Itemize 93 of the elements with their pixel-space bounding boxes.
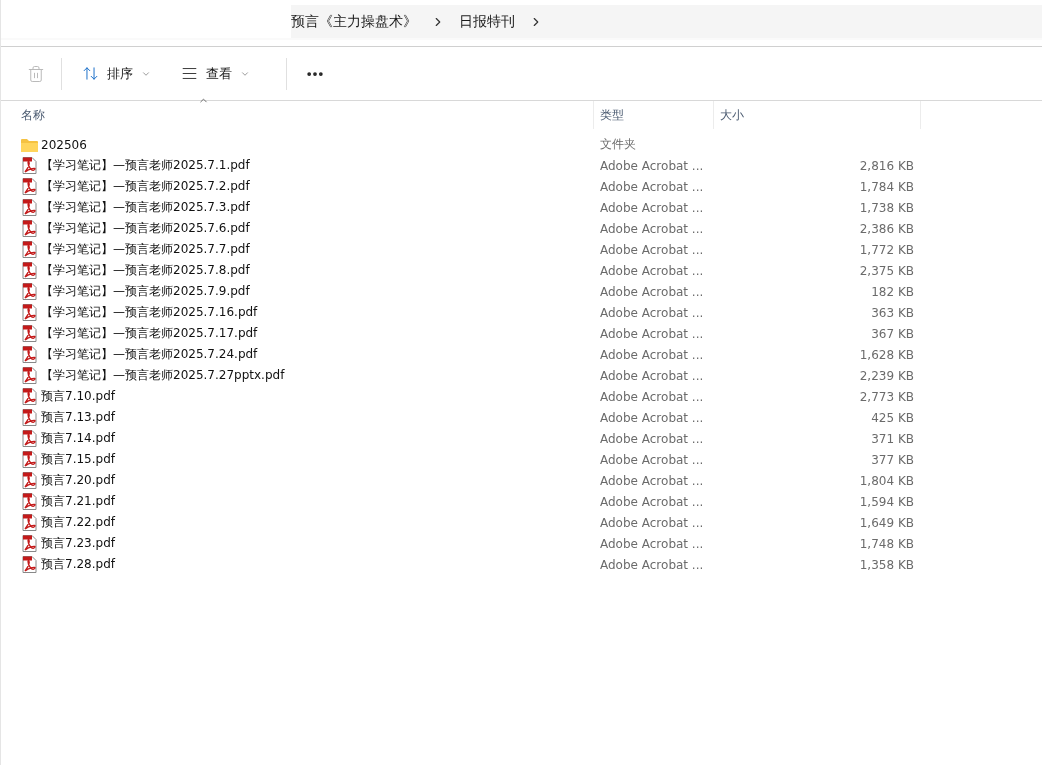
file-name[interactable]: 预言7.28.pdf <box>41 556 115 573</box>
file-size: 2,239 KB <box>858 368 915 383</box>
pdf-file-icon <box>21 472 38 489</box>
column-header[interactable]: 名称 <box>1 101 594 129</box>
file-size: 367 KB <box>870 326 915 341</box>
pdf-file-icon <box>21 262 38 279</box>
file-name[interactable]: 【学习笔记】—预言老师2025.7.2.pdf <box>41 178 250 195</box>
file-type: 文件夹 <box>599 136 637 153</box>
pdf-file-icon <box>21 283 38 300</box>
file-type: Adobe Acrobat ... <box>599 305 705 320</box>
file-name[interactable]: 预言7.15.pdf <box>41 451 115 468</box>
file-name[interactable]: 【学习笔记】—预言老师2025.7.7.pdf <box>41 241 250 258</box>
file-type: Adobe Acrobat ... <box>599 389 705 404</box>
pdf-file-icon <box>21 493 38 510</box>
file-type: Adobe Acrobat ... <box>599 473 705 488</box>
file-size: 371 KB <box>870 431 915 446</box>
file-size: 1,772 KB <box>858 242 915 257</box>
folder-icon <box>21 137 38 152</box>
pdf-file-icon <box>21 556 38 573</box>
file-type: Adobe Acrobat ... <box>599 242 705 257</box>
file-type: Adobe Acrobat ... <box>599 179 705 194</box>
breadcrumb-item[interactable]: 日报特刊 <box>459 12 515 31</box>
pdf-file-icon <box>21 388 38 405</box>
file-name[interactable]: 预言7.20.pdf <box>41 472 115 489</box>
file-type: Adobe Acrobat ... <box>599 494 705 509</box>
sort-arrows-icon <box>82 65 99 82</box>
file-name[interactable]: 【学习笔记】—预言老师2025.7.24.pdf <box>41 346 258 363</box>
file-name[interactable]: 【学习笔记】—预言老师2025.7.6.pdf <box>41 220 250 237</box>
view-button[interactable]: 查看 <box>175 60 256 87</box>
pdf-file-icon <box>21 367 38 384</box>
column-header[interactable]: 类型 <box>594 101 714 129</box>
file-name[interactable]: 预言7.13.pdf <box>41 409 115 426</box>
pdf-file-icon <box>21 535 38 552</box>
lines-icon <box>181 65 198 82</box>
file-size: 1,738 KB <box>858 200 915 215</box>
file-name[interactable]: 预言7.21.pdf <box>41 493 115 510</box>
file-name[interactable]: 预言7.23.pdf <box>41 535 115 552</box>
file-name[interactable]: 【学习笔记】—预言老师2025.7.3.pdf <box>41 199 250 216</box>
pdf-file-icon <box>21 451 38 468</box>
file-size: 1,649 KB <box>858 515 915 530</box>
pdf-file-icon <box>21 178 38 195</box>
address-bar[interactable]: 预言《主力操盘术》 日报特刊 <box>1 5 1042 40</box>
file-type: Adobe Acrobat ... <box>599 347 705 362</box>
file-type: Adobe Acrobat ... <box>599 326 705 341</box>
pdf-file-icon <box>21 304 38 321</box>
pdf-file-icon <box>21 220 38 237</box>
file-name[interactable]: 预言7.22.pdf <box>41 514 115 531</box>
file-size: 425 KB <box>870 410 915 425</box>
breadcrumb-item[interactable]: 预言《主力操盘术》 <box>291 12 417 31</box>
file-type: Adobe Acrobat ... <box>599 368 705 383</box>
file-type: Adobe Acrobat ... <box>599 557 705 572</box>
file-type: Adobe Acrobat ... <box>599 221 705 236</box>
file-type: Adobe Acrobat ... <box>599 536 705 551</box>
file-size: 2,386 KB <box>858 221 915 236</box>
sort-button[interactable]: 排序 <box>76 60 157 87</box>
file-size: 1,804 KB <box>858 473 915 488</box>
file-name[interactable]: 【学习笔记】—预言老师2025.7.1.pdf <box>41 157 250 174</box>
pdf-file-icon <box>21 430 38 447</box>
file-type: Adobe Acrobat ... <box>599 515 705 530</box>
file-type: Adobe Acrobat ... <box>599 452 705 467</box>
pdf-file-icon <box>21 346 38 363</box>
file-size: 2,375 KB <box>858 263 915 278</box>
file-size: 2,816 KB <box>858 158 915 173</box>
file-type: Adobe Acrobat ... <box>599 158 705 173</box>
pdf-file-icon <box>21 409 38 426</box>
file-name[interactable]: 【学习笔记】—预言老师2025.7.17.pdf <box>41 325 258 342</box>
pdf-file-icon <box>21 241 38 258</box>
file-type: Adobe Acrobat ... <box>599 284 705 299</box>
file-size: 182 KB <box>870 284 915 299</box>
pdf-file-icon <box>21 514 38 531</box>
file-size: 1,358 KB <box>858 557 915 572</box>
file-name[interactable]: 【学习笔记】—预言老师2025.7.9.pdf <box>41 283 250 300</box>
file-size: 1,628 KB <box>858 347 915 362</box>
file-name[interactable]: 202506 <box>41 137 87 152</box>
file-type: Adobe Acrobat ... <box>599 200 705 215</box>
pdf-file-icon <box>21 325 38 342</box>
file-size: 1,748 KB <box>858 536 915 551</box>
file-size: 1,594 KB <box>858 494 915 509</box>
file-type: Adobe Acrobat ... <box>599 410 705 425</box>
file-name[interactable]: 【学习笔记】—预言老师2025.7.27pptx.pdf <box>41 367 285 384</box>
file-size: 363 KB <box>870 305 915 320</box>
file-size: 2,773 KB <box>858 389 915 404</box>
file-type: Adobe Acrobat ... <box>599 431 705 446</box>
file-size: 377 KB <box>870 452 915 467</box>
file-name[interactable]: 【学习笔记】—预言老师2025.7.16.pdf <box>41 304 258 321</box>
file-size: 1,784 KB <box>858 179 915 194</box>
file-name[interactable]: 预言7.14.pdf <box>41 430 115 447</box>
pdf-file-icon <box>21 157 38 174</box>
column-header[interactable]: 大小 <box>714 101 921 129</box>
file-name[interactable]: 预言7.10.pdf <box>41 388 115 405</box>
file-type: Adobe Acrobat ... <box>599 263 705 278</box>
pdf-file-icon <box>21 199 38 216</box>
file-name[interactable]: 【学习笔记】—预言老师2025.7.8.pdf <box>41 262 250 279</box>
